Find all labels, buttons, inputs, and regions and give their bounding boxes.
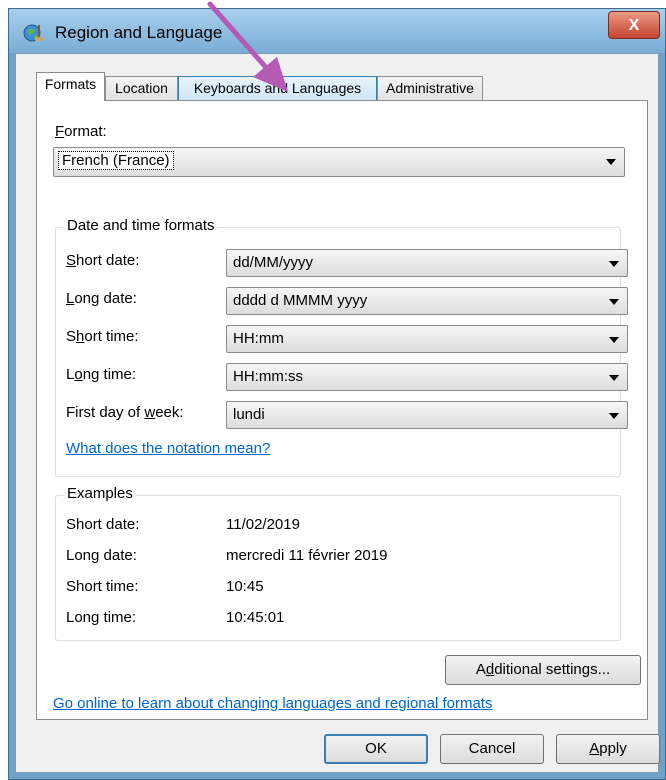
example-long-time-label: Long time:: [66, 609, 137, 626]
group-title: Examples: [64, 485, 136, 502]
chevron-down-icon: [609, 337, 619, 343]
first-day-of-week-label: First day of week:: [66, 404, 184, 421]
close-icon: X: [628, 17, 640, 34]
format-label: Format:: [55, 123, 107, 140]
long-date-dropdown[interactable]: dddd d MMMM yyyy: [226, 287, 628, 315]
tab-administrative[interactable]: Administrative: [377, 76, 483, 100]
short-time-dropdown[interactable]: HH:mm: [226, 325, 628, 353]
dialog-client-area: Formats Location Keyboards and Languages…: [15, 53, 660, 773]
tab-keyboards-and-languages[interactable]: Keyboards and Languages: [178, 76, 377, 100]
window-title: Region and Language: [55, 23, 223, 42]
notation-help-link[interactable]: What does the notation mean?: [66, 440, 270, 457]
tab-formats[interactable]: Formats: [36, 72, 105, 101]
format-value: French (France): [58, 151, 174, 170]
example-long-time-value: 10:45:01: [226, 609, 285, 626]
chevron-down-icon: [606, 159, 616, 165]
example-short-time-label: Short time:: [66, 578, 139, 595]
short-date-dropdown[interactable]: dd/MM/yyyy: [226, 249, 628, 277]
date-time-formats-group: Date and time formats Short date: dd/MM/…: [55, 217, 628, 477]
short-time-label: Short time:: [66, 328, 139, 345]
format-dropdown[interactable]: French (France): [53, 147, 625, 177]
additional-settings-button[interactable]: Additional settings...: [445, 655, 641, 685]
example-long-date-label: Long date:: [66, 547, 137, 564]
ok-button[interactable]: OK: [324, 734, 428, 764]
first-day-of-week-dropdown[interactable]: lundi: [226, 401, 628, 429]
example-short-time-value: 10:45: [226, 578, 264, 595]
long-date-label: Long date:: [66, 290, 137, 307]
short-date-label: Short date:: [66, 252, 140, 269]
chevron-down-icon: [609, 299, 619, 305]
title-bar[interactable]: Region and Language X: [9, 9, 665, 53]
chevron-down-icon: [609, 261, 619, 267]
example-long-date-value: mercredi 11 février 2019: [226, 547, 388, 564]
group-title: Date and time formats: [64, 217, 218, 234]
long-time-dropdown[interactable]: HH:mm:ss: [226, 363, 628, 391]
formats-panel: Format: French (France) Date and time fo…: [36, 100, 648, 720]
long-time-label: Long time:: [66, 366, 137, 383]
apply-button[interactable]: Apply: [556, 734, 660, 764]
example-short-date-label: Short date:: [66, 516, 140, 533]
cancel-button[interactable]: Cancel: [440, 734, 544, 764]
examples-group: Examples Short date: 11/02/2019 Long dat…: [55, 485, 621, 641]
close-button[interactable]: X: [608, 11, 660, 39]
tab-location[interactable]: Location: [105, 76, 178, 100]
chevron-down-icon: [609, 375, 619, 381]
globe-icon: [23, 24, 43, 42]
chevron-down-icon: [609, 413, 619, 419]
online-help-link[interactable]: Go online to learn about changing langua…: [53, 695, 492, 712]
example-short-date-value: 11/02/2019: [226, 516, 300, 533]
dialog-window: Region and Language X Formats Location K…: [8, 8, 666, 780]
